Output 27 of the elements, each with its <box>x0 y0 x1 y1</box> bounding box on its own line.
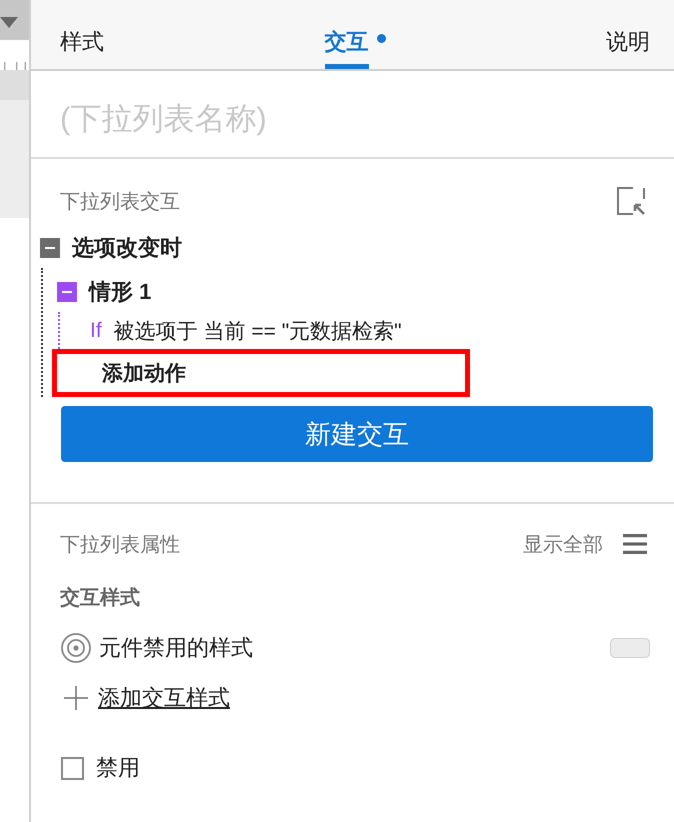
condition-text[interactable]: 被选项于 当前 == "元数据检索" <box>114 316 402 344</box>
case-label[interactable]: 情形 1 <box>89 277 152 307</box>
ruler-drawing <box>4 62 26 70</box>
section-heading: 下拉列表属性 <box>60 532 180 558</box>
tab[interactable]: 说明 <box>606 0 650 69</box>
checkbox-label[interactable]: 禁用 <box>96 753 140 783</box>
tab[interactable]: 样式 <box>60 0 104 69</box>
add-style-link[interactable]: 添加交互样式 <box>98 683 230 713</box>
section-heading: 下拉列表交互 <box>60 190 180 214</box>
minus-box-icon[interactable] <box>40 238 60 258</box>
tab[interactable]: 交互 <box>324 0 386 69</box>
caret-icon[interactable] <box>0 17 18 28</box>
add-action-link[interactable]: 添加动作 <box>102 359 186 387</box>
show-all-link[interactable]: 显示全部 <box>523 530 603 558</box>
box-arrow-icon[interactable] <box>617 187 645 215</box>
style-swatch-icon[interactable] <box>610 638 650 658</box>
minus-box-icon[interactable] <box>57 282 77 302</box>
subsection-heading: 交互样式 <box>60 586 140 611</box>
new-interaction-button[interactable]: 新建交互 <box>61 406 653 462</box>
selected-row <box>0 70 29 100</box>
condition-keyword: If <box>90 318 102 342</box>
event-label[interactable]: 选项改变时 <box>72 233 182 263</box>
style-label[interactable]: 元件禁用的样式 <box>99 633 253 663</box>
target-icon <box>61 633 91 663</box>
plus-icon[interactable] <box>64 686 88 710</box>
checkbox[interactable] <box>61 756 84 780</box>
menu-icon[interactable] <box>623 534 647 554</box>
